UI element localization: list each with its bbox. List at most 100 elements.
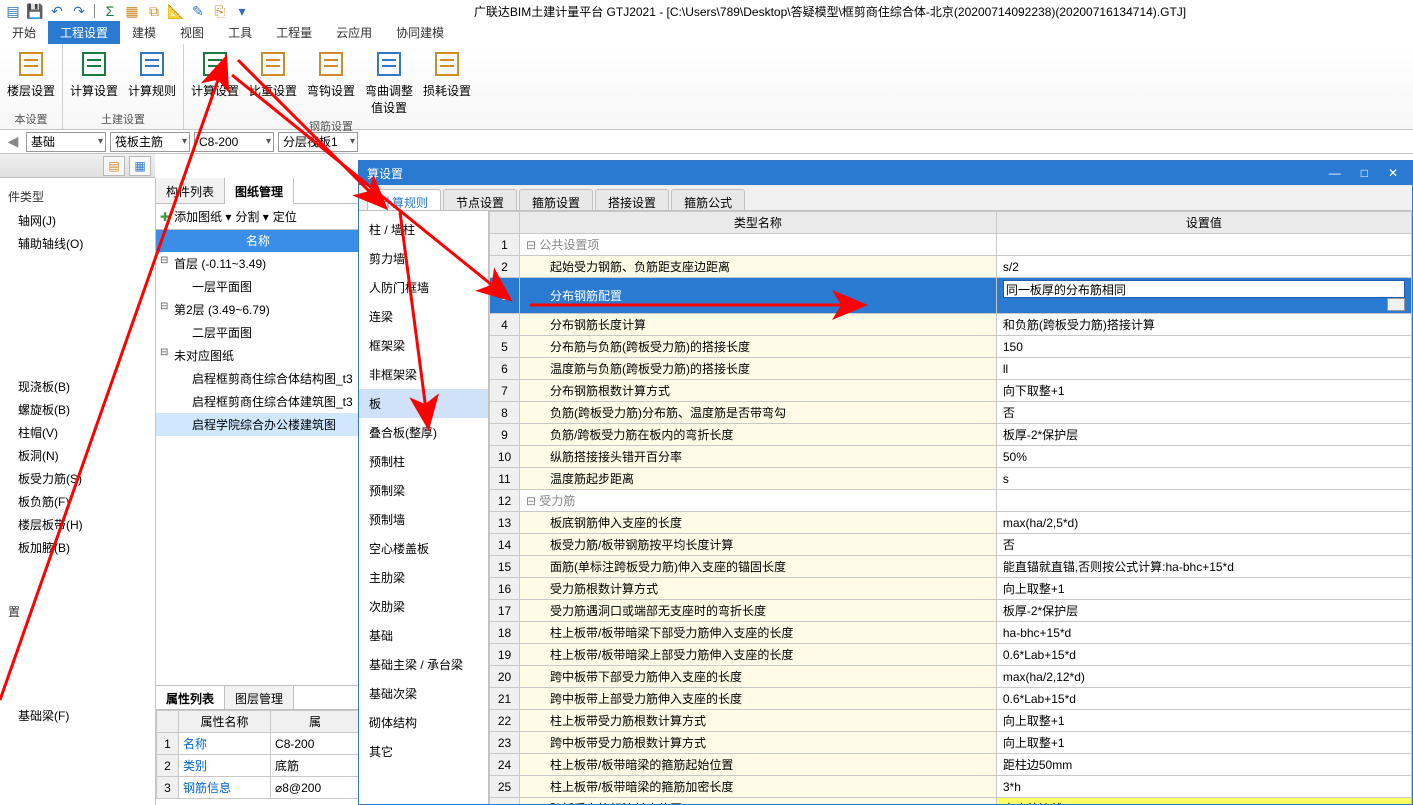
setting-name[interactable]: 柱上板带/板带暗梁上部受力筋伸入支座的长度 <box>520 644 997 666</box>
menu-视图[interactable]: 视图 <box>168 21 216 44</box>
left-item[interactable]: 板洞(N) <box>14 444 147 467</box>
setting-value[interactable]: ha-bhc+15*d <box>996 622 1411 644</box>
setting-name[interactable]: 板受力筋/板带钢筋按平均长度计算 <box>520 534 997 556</box>
setting-name[interactable]: 分布钢筋配置 <box>520 278 997 314</box>
left-item[interactable]: 现浇板(B) <box>14 375 147 398</box>
mid-tool[interactable]: 分割 ▾ <box>235 208 268 225</box>
cat-item[interactable]: 基础 <box>359 621 488 650</box>
dialog-tab[interactable]: 搭接设置 <box>595 189 669 210</box>
menu-工程设置[interactable]: 工程设置 <box>48 21 120 44</box>
setting-value[interactable]: 向上取整+1 <box>996 578 1411 600</box>
setting-name[interactable]: 分布筋与负筋(跨板受力筋)的搭接长度 <box>520 336 997 358</box>
cat-item[interactable]: 主肋梁 <box>359 563 488 592</box>
left-item[interactable]: 楼层板带(H) <box>14 513 147 536</box>
tree-view-icon[interactable]: ▦ <box>129 156 151 176</box>
setting-value[interactable]: max(ha/2,12*d) <box>996 666 1411 688</box>
ribbon-比重设置[interactable]: 比重设置 <box>248 48 298 99</box>
setting-value[interactable]: 能直锚就直锚,否则按公式计算:ha-bhc+15*d <box>996 556 1411 578</box>
setting-value[interactable]: 3*h <box>996 776 1411 798</box>
tree-node[interactable]: 第2层 (3.49~6.79) <box>156 298 360 321</box>
tree-node[interactable]: 启程学院综合办公楼建筑图 <box>156 413 360 436</box>
cat-item[interactable]: 次肋梁 <box>359 592 488 621</box>
setting-value[interactable] <box>996 490 1411 512</box>
setting-value[interactable]: 距柱边50mm <box>996 754 1411 776</box>
redo-icon[interactable]: ↷ <box>70 2 88 20</box>
sigma-icon[interactable]: Σ <box>101 2 119 20</box>
setting-name[interactable]: ⊟ 公共设置项 <box>520 234 997 256</box>
setting-name[interactable]: 板底钢筋伸入支座的长度 <box>520 512 997 534</box>
setting-name[interactable]: 柱上板带/板带暗梁下部受力筋伸入支座的长度 <box>520 622 997 644</box>
cat-item[interactable]: 其它 <box>359 737 488 766</box>
setting-name[interactable]: ⊟ 受力筋 <box>520 490 997 512</box>
prop-name[interactable]: 名称 <box>179 733 271 755</box>
setting-name[interactable]: 跨中板带上部受力筋伸入支座的长度 <box>520 688 997 710</box>
prop-tab[interactable]: 属性列表 <box>156 686 225 709</box>
export-icon[interactable]: ⎘ <box>211 2 229 20</box>
tree-node[interactable]: 二层平面图 <box>156 321 360 344</box>
setting-name[interactable]: 温度筋起步距离 <box>520 468 997 490</box>
tree-node[interactable]: 未对应图纸 <box>156 344 360 367</box>
undo-icon[interactable]: ↶ <box>48 2 66 20</box>
setting-name[interactable]: 跨中板带下部受力筋伸入支座的长度 <box>520 666 997 688</box>
setting-name[interactable]: 负筋(跨板受力筋)分布筋、温度筋是否带弯勾 <box>520 402 997 424</box>
minimize-icon[interactable]: — <box>1323 166 1347 180</box>
cat-item[interactable]: 柱 / 墙柱 <box>359 215 488 244</box>
mid-tool[interactable]: 添加图纸 ▾ <box>174 208 231 225</box>
cat-item[interactable]: 剪力墙 <box>359 244 488 273</box>
setting-value[interactable]: 150 <box>996 336 1411 358</box>
cat-item[interactable]: 基础主梁 / 承台梁 <box>359 650 488 679</box>
report-icon[interactable]: ▦ <box>123 2 141 20</box>
setting-value[interactable]: 支座外边线 <box>996 798 1411 805</box>
menu-工程量[interactable]: 工程量 <box>264 21 324 44</box>
chevron-down-icon[interactable]: ▾ <box>233 2 251 20</box>
setting-value[interactable]: 否 <box>996 402 1411 424</box>
setting-name[interactable]: 分布钢筋长度计算 <box>520 314 997 336</box>
setting-value[interactable]: 和负筋(跨板受力筋)搭接计算 <box>996 314 1411 336</box>
setting-value[interactable]: 向上取整+1 <box>996 710 1411 732</box>
menu-协同建模[interactable]: 协同建模 <box>384 21 456 44</box>
setting-name[interactable]: 跨板受力筋标注长度位置 <box>520 798 997 805</box>
setting-value[interactable]: max(ha/2,5*d) <box>996 512 1411 534</box>
ribbon-计算规则[interactable]: 计算规则 <box>127 48 177 99</box>
left-item[interactable]: 板负筋(F) <box>14 490 147 513</box>
cat-item[interactable]: 板 <box>359 389 488 418</box>
tree-node[interactable]: 一层平面图 <box>156 275 360 298</box>
cat-item[interactable]: 叠合板(整厚) <box>359 418 488 447</box>
lock-icon[interactable]: ✎ <box>189 2 207 20</box>
selector-基础[interactable]: 基础 <box>26 132 106 152</box>
tree-node[interactable]: 首层 (-0.11~3.49) <box>156 252 360 275</box>
tree-node[interactable]: 启程框剪商住综合体建筑图_t3 <box>156 390 360 413</box>
left-item[interactable]: 板受力筋(S) <box>14 467 147 490</box>
maximize-icon[interactable]: □ <box>1355 166 1374 180</box>
setting-name[interactable]: 柱上板带/板带暗梁的箍筋加密长度 <box>520 776 997 798</box>
ribbon-损耗设置[interactable]: 损耗设置 <box>422 48 472 99</box>
ribbon-楼层设置[interactable]: 楼层设置 <box>6 48 56 99</box>
cat-item[interactable]: 砌体结构 <box>359 708 488 737</box>
setting-name[interactable]: 温度筋与负筋(跨板受力筋)的搭接长度 <box>520 358 997 380</box>
setting-name[interactable]: 面筋(单标注跨板受力筋)伸入支座的锚固长度 <box>520 556 997 578</box>
selector-筏板主筋[interactable]: 筏板主筋 <box>110 132 190 152</box>
cat-item[interactable]: 基础次梁 <box>359 679 488 708</box>
nav-left-icon[interactable]: ◀ <box>4 133 22 151</box>
close-icon[interactable]: ✕ <box>1382 166 1404 180</box>
dialog-tab[interactable]: 计算规则 <box>367 189 441 210</box>
setting-value[interactable]: 否 <box>996 534 1411 556</box>
left-item[interactable]: 基础梁(F) <box>14 704 147 727</box>
ribbon-计算设置[interactable]: 计算设置 <box>69 48 119 99</box>
menu-建模[interactable]: 建模 <box>120 21 168 44</box>
setting-name[interactable]: 柱上板带受力筋根数计算方式 <box>520 710 997 732</box>
setting-value[interactable]: 0.6*Lab+15*d <box>996 688 1411 710</box>
left-item[interactable]: 板加腋(B) <box>14 536 147 559</box>
dialog-tab[interactable]: 节点设置 <box>443 189 517 210</box>
setting-name[interactable]: 跨中板带受力筋根数计算方式 <box>520 732 997 754</box>
setting-name[interactable]: 纵筋搭接接头错开百分率 <box>520 446 997 468</box>
prop-name[interactable]: 钢筋信息 <box>179 777 271 799</box>
ellipsis-button[interactable]: ⋯ <box>1387 298 1405 311</box>
selector-C8-200[interactable]: C8-200 <box>194 132 274 152</box>
setting-value[interactable]: s/2 <box>996 256 1411 278</box>
dialog-tab[interactable]: 箍筋公式 <box>671 189 745 210</box>
left-item[interactable]: 辅助轴线(O) <box>14 232 147 255</box>
setting-name[interactable]: 负筋/跨板受力筋在板内的弯折长度 <box>520 424 997 446</box>
add-icon[interactable]: ✚ <box>160 210 170 224</box>
setting-name[interactable]: 受力筋遇洞口或端部无支座时的弯折长度 <box>520 600 997 622</box>
